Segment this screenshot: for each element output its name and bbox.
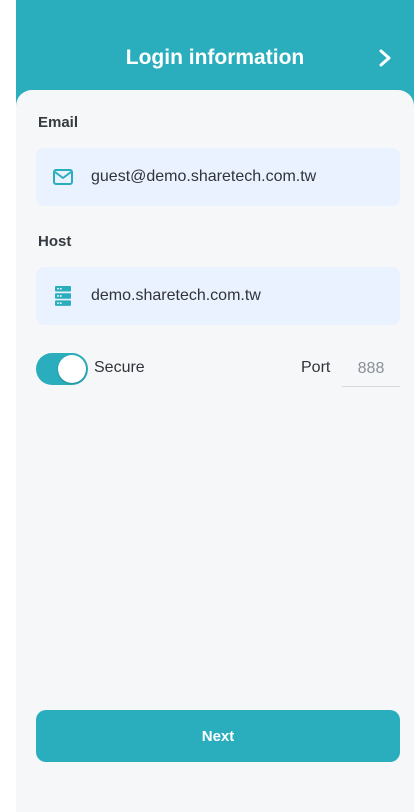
server-icon [52,285,74,307]
header-next-button[interactable] [370,43,400,73]
host-label: Host [38,233,72,250]
mail-icon [52,166,74,188]
login-screen: Login information Email guest@demo.share… [0,0,414,812]
port-input[interactable]: 888 [342,352,400,387]
secure-toggle[interactable] [36,353,88,385]
form-sheet: Email guest@demo.sharetech.com.tw Host d… [16,90,414,812]
secure-label: Secure [94,359,145,376]
email-field[interactable]: guest@demo.sharetech.com.tw [36,148,400,206]
email-value: guest@demo.sharetech.com.tw [91,168,317,185]
chevron-right-icon [379,49,391,67]
port-label: Port [301,359,331,376]
host-value: demo.sharetech.com.tw [91,287,261,304]
page-title: Login information [125,46,305,69]
left-margin [0,0,16,812]
host-field[interactable]: demo.sharetech.com.tw [36,267,400,325]
toggle-knob [58,355,86,383]
next-button[interactable]: Next [36,710,400,762]
email-label: Email [38,114,79,131]
